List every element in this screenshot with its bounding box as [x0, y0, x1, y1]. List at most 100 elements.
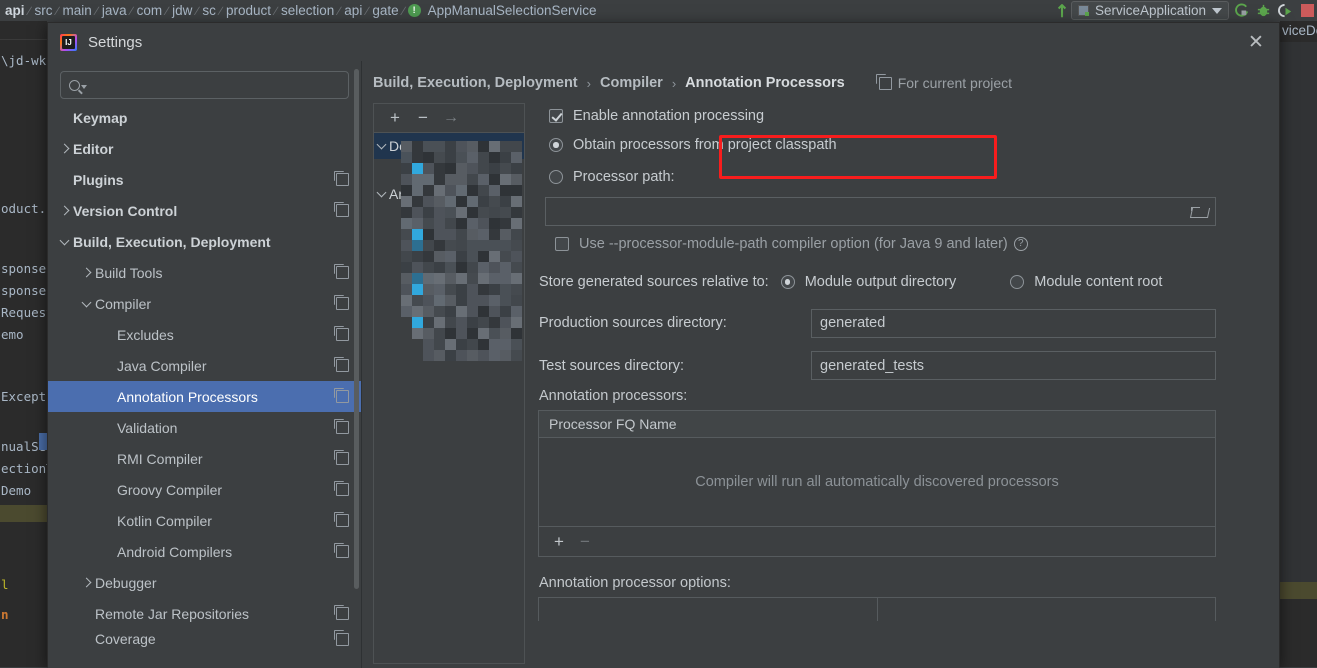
- ide-breadcrumb-segment[interactable]: java: [99, 3, 130, 18]
- debug-icon[interactable]: [1253, 1, 1273, 21]
- test-sources-input[interactable]: generated_tests: [811, 351, 1216, 380]
- help-icon[interactable]: ?: [1014, 237, 1028, 251]
- use-module-path-row[interactable]: Use --processor-module-path compiler opt…: [555, 226, 1279, 262]
- obtain-from-classpath-row[interactable]: Obtain processors from project classpath: [549, 129, 1279, 161]
- ide-breadcrumb-segment[interactable]: src: [32, 3, 56, 18]
- obtain-from-classpath-radio[interactable]: [549, 138, 563, 152]
- copy-settings-icon[interactable]: [336, 545, 349, 558]
- ide-breadcrumb-segment[interactable]: jdw: [169, 3, 195, 18]
- enable-annotation-processing-checkbox[interactable]: [549, 109, 563, 123]
- run-configuration-selector[interactable]: ServiceApplication: [1071, 1, 1229, 20]
- sidebar-item-kotlin-compiler[interactable]: Kotlin Compiler: [48, 505, 361, 536]
- copy-settings-icon[interactable]: [336, 390, 349, 403]
- ide-breadcrumb-segment[interactable]: sc: [199, 3, 219, 18]
- processor-path-input[interactable]: [545, 197, 1216, 226]
- ide-breadcrumb-segment[interactable]: com: [134, 3, 166, 18]
- profile-row[interactable]: Ann: [374, 181, 524, 207]
- chevron-right-icon[interactable]: [78, 269, 95, 276]
- module-output-directory-radio[interactable]: [781, 275, 795, 289]
- chevron-right-icon[interactable]: [78, 579, 95, 586]
- copy-settings-icon[interactable]: [336, 328, 349, 341]
- copy-settings-icon[interactable]: [336, 421, 349, 434]
- settings-tree[interactable]: KeymapEditorPluginsVersion ControlBuild,…: [48, 106, 361, 668]
- chevron-down-icon[interactable]: [56, 240, 73, 244]
- options-column-value: [877, 598, 1216, 621]
- sidebar-item-build-execution-deployment[interactable]: Build, Execution, Deployment: [48, 226, 361, 257]
- use-module-path-checkbox[interactable]: [555, 237, 569, 251]
- test-sources-row: Test sources directory: generated_tests: [535, 344, 1279, 387]
- ide-breadcrumb-segment[interactable]: api: [2, 3, 28, 18]
- chevron-right-icon[interactable]: [56, 207, 73, 214]
- run-with-coverage-icon[interactable]: [1275, 1, 1295, 21]
- chevron-down-icon: [1212, 8, 1222, 14]
- profile-row[interactable]: Default: [374, 133, 524, 159]
- ide-breadcrumb-segment[interactable]: main: [60, 3, 95, 18]
- enable-annotation-processing-row[interactable]: Enable annotation processing: [549, 103, 1279, 129]
- ide-breadcrumb-class[interactable]: AppManualSelectionService: [425, 3, 600, 18]
- copy-settings-icon[interactable]: [336, 359, 349, 372]
- copy-settings-icon[interactable]: [336, 266, 349, 279]
- copy-settings-icon[interactable]: [336, 607, 349, 620]
- copy-settings-icon[interactable]: [336, 452, 349, 465]
- obtain-from-classpath-label: Obtain processors from project classpath: [573, 137, 837, 153]
- copy-settings-icon[interactable]: [336, 204, 349, 217]
- sidebar-item-editor[interactable]: Editor: [48, 133, 361, 164]
- sidebar-item-debugger[interactable]: Debugger: [48, 567, 361, 598]
- sidebar-item-validation[interactable]: Validation: [48, 412, 361, 443]
- annotation-processor-options-label: Annotation processor options:: [539, 575, 1279, 591]
- chevron-down-icon[interactable]: [378, 144, 385, 148]
- processors-table-body[interactable]: Compiler will run all automatically disc…: [539, 438, 1215, 526]
- module-content-root-radio[interactable]: [1010, 275, 1024, 289]
- chevron-down-icon[interactable]: [378, 192, 385, 196]
- add-profile-button[interactable]: +: [382, 107, 408, 129]
- sidebar-item-java-compiler[interactable]: Java Compiler: [48, 350, 361, 381]
- chevron-right-icon[interactable]: [56, 145, 73, 152]
- breadcrumb-part[interactable]: Annotation Processors: [685, 75, 845, 91]
- options-table[interactable]: [538, 597, 1216, 621]
- sidebar-item-coverage[interactable]: Coverage: [48, 629, 361, 649]
- sidebar-item-groovy-compiler[interactable]: Groovy Compiler: [48, 474, 361, 505]
- sidebar-item-remote-jar-repositories[interactable]: Remote Jar Repositories: [48, 598, 361, 629]
- sidebar-item-keymap[interactable]: Keymap: [48, 106, 361, 133]
- remove-profile-button[interactable]: −: [410, 107, 436, 129]
- sidebar-item-rmi-compiler[interactable]: RMI Compiler: [48, 443, 361, 474]
- sidebar-item-plugins[interactable]: Plugins: [48, 164, 361, 195]
- sidebar-item-excludes[interactable]: Excludes: [48, 319, 361, 350]
- copy-settings-icon[interactable]: [336, 633, 349, 646]
- processor-path-row[interactable]: Processor path:: [549, 161, 1279, 193]
- settings-form: Enable annotation processing Obtain proc…: [535, 103, 1279, 621]
- profiles-list[interactable]: Default Ann: [374, 133, 524, 207]
- breadcrumb-part[interactable]: Compiler: [600, 75, 663, 91]
- sidebar-item-annotation-processors[interactable]: Annotation Processors: [48, 381, 361, 412]
- production-sources-input[interactable]: generated: [811, 309, 1216, 338]
- ide-breadcrumb-segment[interactable]: selection: [278, 3, 337, 18]
- close-icon[interactable]: ✕: [1245, 31, 1267, 53]
- ide-breadcrumb-segment[interactable]: api: [341, 3, 365, 18]
- ide-breadcrumb-segment[interactable]: product: [223, 3, 274, 18]
- search-input[interactable]: [87, 78, 340, 93]
- stop-icon[interactable]: [1297, 1, 1317, 21]
- editor-selection-marker: [39, 433, 47, 450]
- folder-browse-icon[interactable]: [1191, 206, 1207, 218]
- copy-settings-icon[interactable]: [336, 297, 349, 310]
- move-to-profile-button[interactable]: →: [438, 107, 464, 129]
- search-box[interactable]: [60, 71, 349, 99]
- breadcrumb-separator-icon: ›: [578, 76, 600, 91]
- breadcrumb-part[interactable]: Build, Execution, Deployment: [373, 75, 578, 91]
- sidebar-item-build-tools[interactable]: Build Tools: [48, 257, 361, 288]
- ide-breadcrumb-segment[interactable]: gate: [369, 3, 401, 18]
- add-processor-button[interactable]: +: [548, 531, 570, 553]
- copy-settings-icon[interactable]: [336, 173, 349, 186]
- sidebar-item-compiler[interactable]: Compiler: [48, 288, 361, 319]
- processor-path-radio[interactable]: [549, 170, 563, 184]
- editor-code-line: sponse: [0, 261, 46, 276]
- search-icon: [69, 80, 87, 91]
- chevron-down-icon[interactable]: [78, 302, 95, 306]
- sidebar-item-android-compilers[interactable]: Android Compilers: [48, 536, 361, 567]
- sidebar-scrollbar[interactable]: [354, 69, 359, 589]
- copy-settings-icon[interactable]: [336, 514, 349, 527]
- sidebar-item-version-control[interactable]: Version Control: [48, 195, 361, 226]
- rerun-icon[interactable]: [1231, 1, 1251, 21]
- copy-settings-icon[interactable]: [336, 483, 349, 496]
- remove-processor-button[interactable]: −: [574, 531, 596, 553]
